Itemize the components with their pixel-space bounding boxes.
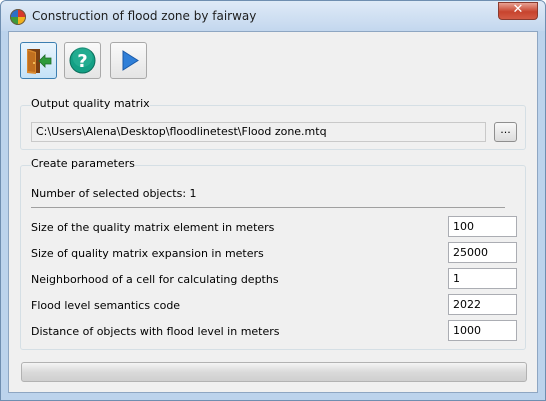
dialog-window: Construction of flood zone by fairway ✕ … (0, 0, 546, 401)
parameters-group-title: Create parameters (31, 157, 135, 170)
flood-objects-distance-label: Distance of objects with flood level in … (31, 325, 280, 338)
matrix-expansion-size-label: Size of quality matrix expansion in mete… (31, 247, 264, 260)
exit-door-icon (27, 49, 52, 74)
flood-semantics-code-label: Flood level semantics code (31, 299, 181, 312)
output-group-title: Output quality matrix (31, 97, 150, 110)
matrix-element-size-label: Size of the quality matrix element in me… (31, 221, 275, 234)
browse-button[interactable]: ... (494, 122, 517, 142)
separator (31, 207, 505, 208)
create-parameters-group: Create parameters Number of selected obj… (20, 157, 526, 350)
flood-objects-distance-input[interactable]: 1000 (448, 320, 517, 341)
exit-button[interactable] (20, 42, 57, 79)
window-title: Construction of flood zone by fairway (32, 9, 257, 23)
run-button[interactable] (110, 42, 147, 79)
dialog-client-area: ? Output quality matrix C:\Users\Alena\D… (8, 31, 538, 393)
cell-neighborhood-label: Neighborhood of a cell for calculating d… (31, 273, 279, 286)
close-button[interactable]: ✕ (498, 2, 538, 20)
flood-semantics-code-input[interactable]: 2022 (448, 294, 517, 315)
matrix-expansion-size-input[interactable]: 25000 (448, 242, 517, 263)
app-icon (10, 9, 26, 25)
matrix-element-size-input[interactable]: 100 (448, 216, 517, 237)
cell-neighborhood-input[interactable]: 1 (448, 268, 517, 289)
svg-text:?: ? (77, 51, 87, 72)
selected-objects-count: Number of selected objects: 1 (31, 187, 197, 200)
output-path-field[interactable]: C:\Users\Alena\Desktop\floodlinetest\Flo… (31, 122, 486, 142)
output-quality-matrix-group: Output quality matrix C:\Users\Alena\Des… (20, 97, 526, 150)
title-bar[interactable]: Construction of flood zone by fairway ✕ (1, 1, 545, 31)
play-icon (122, 50, 139, 71)
help-button[interactable]: ? (64, 42, 101, 79)
progress-bar (21, 362, 527, 382)
help-icon: ? (69, 47, 96, 74)
close-icon: ✕ (512, 2, 524, 17)
